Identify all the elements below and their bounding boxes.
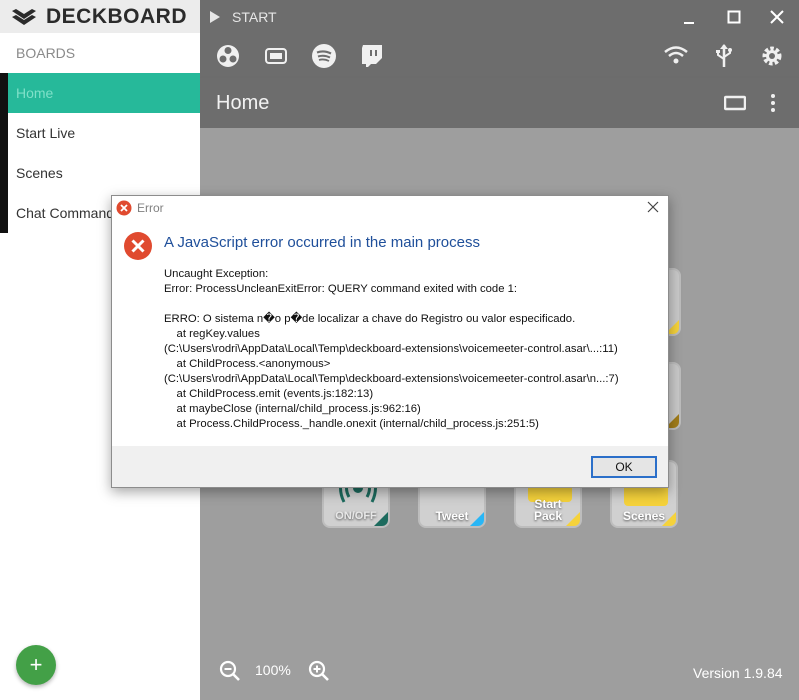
twitch-icon	[362, 45, 382, 67]
streamlabs-icon	[265, 48, 287, 64]
close-icon	[770, 9, 784, 24]
start-button[interactable]: START	[210, 0, 277, 33]
add-board-button[interactable]: +	[16, 645, 56, 685]
wifi-button[interactable]	[661, 41, 691, 71]
usb-button[interactable]	[709, 41, 739, 71]
dialog-footer: OK	[112, 446, 668, 487]
sidebar-heading: BOARDS	[16, 45, 76, 61]
settings-button[interactable]	[757, 41, 787, 71]
tile-corner	[374, 512, 388, 526]
maximize-button[interactable]	[714, 0, 754, 33]
board-header: Home	[200, 78, 799, 128]
tile-corner	[566, 512, 580, 526]
dialog-message: Uncaught Exception: Error: ProcessUnclea…	[164, 268, 619, 430]
obs-icon	[217, 45, 239, 67]
play-icon	[210, 10, 220, 23]
tile-corner	[470, 512, 484, 526]
dialog-close-icon[interactable]	[646, 200, 660, 214]
zoom-in-icon[interactable]	[308, 660, 330, 682]
dialog-body: A JavaScript error occurred in the main …	[112, 220, 668, 446]
title-bar: DECKBOARD START	[0, 0, 799, 33]
obs-button[interactable]	[213, 41, 243, 71]
sidebar-item-start-live[interactable]: Start Live	[0, 113, 200, 153]
more-vert-icon[interactable]	[762, 92, 784, 114]
wifi-icon	[664, 46, 688, 64]
brand-name: DECKBOARD	[46, 4, 187, 28]
settings-icon	[762, 46, 782, 66]
error-dialog: Error A JavaScript error occurred in the…	[111, 195, 669, 488]
sidebar-edge	[0, 73, 8, 233]
close-button[interactable]	[757, 0, 797, 33]
ok-button[interactable]: OK	[591, 456, 657, 478]
spotify-icon	[312, 44, 336, 68]
minimize-icon	[684, 21, 694, 24]
brand: DECKBOARD	[0, 0, 200, 33]
sidebar-item-home[interactable]: Home	[0, 73, 200, 113]
usb-icon	[716, 44, 732, 67]
tile-corner	[662, 512, 676, 526]
maximize-icon	[727, 10, 741, 23]
minimize-button[interactable]	[669, 0, 709, 33]
toolbar	[200, 33, 799, 78]
zoom-out-icon[interactable]	[219, 660, 241, 682]
dialog-title: Error	[137, 201, 164, 215]
deckboard-logo-icon	[12, 8, 36, 25]
error-small-icon	[116, 200, 132, 216]
dialog-heading: A JavaScript error occurred in the main …	[164, 234, 480, 251]
version-label: Version 1.9.84	[693, 665, 783, 681]
zoom-level: 100%	[255, 662, 291, 678]
board-title: Home	[216, 92, 270, 114]
start-label: START	[232, 8, 277, 25]
dialog-titlebar: Error	[112, 196, 668, 220]
sidebar-item-scenes[interactable]: Scenes	[0, 153, 200, 193]
spotify-button[interactable]	[309, 41, 339, 71]
streamlabs-button[interactable]	[261, 41, 291, 71]
tablet-icon[interactable]	[724, 92, 746, 114]
twitch-button[interactable]	[357, 41, 387, 71]
error-icon	[124, 232, 152, 260]
